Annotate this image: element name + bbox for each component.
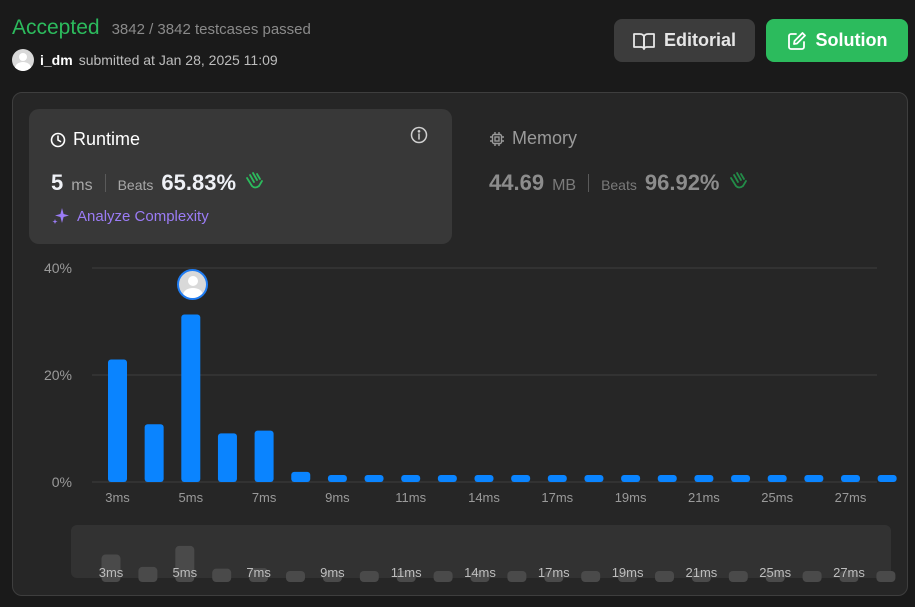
x-tick-label: 14ms bbox=[468, 490, 500, 505]
bar-27ms[interactable] bbox=[841, 475, 860, 482]
mini-x-tick-label: 17ms bbox=[538, 565, 570, 580]
mini-bar-8ms bbox=[286, 571, 305, 582]
bar-28ms[interactable] bbox=[877, 475, 897, 482]
mini-bar-20ms bbox=[655, 571, 674, 582]
bar-21ms[interactable] bbox=[694, 475, 714, 482]
mini-bar-26ms bbox=[802, 571, 822, 582]
x-tick-label: 27ms bbox=[835, 490, 867, 505]
bar-11ms[interactable] bbox=[401, 475, 421, 482]
mini-bar-28ms bbox=[876, 571, 896, 582]
bar-7ms[interactable] bbox=[254, 430, 274, 482]
mini-bar-12ms bbox=[433, 571, 453, 582]
y-tick-label: 40% bbox=[44, 260, 72, 276]
bar-26ms[interactable] bbox=[804, 475, 824, 482]
bar-14ms[interactable] bbox=[474, 475, 494, 482]
x-tick-label: 17ms bbox=[541, 490, 573, 505]
mini-bar-10ms bbox=[359, 571, 379, 582]
mini-x-tick-label: 11ms bbox=[391, 565, 422, 580]
mini-bar-22ms bbox=[728, 571, 748, 582]
x-tick-label: 25ms bbox=[761, 490, 793, 505]
y-tick-label: 0% bbox=[52, 474, 72, 490]
mini-x-tick-label: 25ms bbox=[759, 565, 791, 580]
x-tick-label: 11ms bbox=[395, 490, 426, 505]
mini-x-tick-label: 3ms bbox=[99, 565, 124, 580]
bar-12ms[interactable] bbox=[437, 475, 457, 482]
y-tick-label: 20% bbox=[44, 367, 72, 383]
bar-10ms[interactable] bbox=[364, 475, 384, 482]
mini-bar-18ms bbox=[581, 571, 601, 582]
bar-9ms[interactable] bbox=[327, 475, 347, 482]
bar-19ms[interactable] bbox=[621, 475, 641, 482]
bar-5ms[interactable] bbox=[181, 314, 201, 482]
mini-x-tick-label: 27ms bbox=[833, 565, 865, 580]
runtime-distribution-chart[interactable]: 0% 20% 40% 3ms 5ms 7ms 9ms 11ms 14ms 17ms 19ms 21m… bbox=[0, 0, 915, 607]
mini-bar-4ms bbox=[138, 566, 158, 582]
mini-x-tick-label: 9ms bbox=[320, 565, 345, 580]
mini-x-tick-label: 19ms bbox=[612, 565, 644, 580]
x-tick-label: 5ms bbox=[179, 490, 204, 505]
mini-bar-6ms bbox=[212, 568, 232, 582]
bar-4ms[interactable] bbox=[144, 424, 164, 482]
x-tick-label: 7ms bbox=[252, 490, 277, 505]
x-tick-label: 9ms bbox=[325, 490, 350, 505]
x-tick-label: 3ms bbox=[105, 490, 130, 505]
bar-17ms[interactable] bbox=[547, 475, 567, 482]
your-submission-marker[interactable] bbox=[177, 269, 208, 300]
bar-15ms[interactable] bbox=[511, 475, 531, 482]
bar-22ms[interactable] bbox=[731, 475, 751, 482]
bar-25ms[interactable] bbox=[767, 475, 787, 482]
mini-x-tick-label: 5ms bbox=[173, 565, 198, 580]
mini-x-tick-label: 14ms bbox=[464, 565, 496, 580]
bar-3ms[interactable] bbox=[108, 359, 127, 482]
bar-20ms[interactable] bbox=[657, 475, 677, 482]
bar-8ms[interactable] bbox=[291, 471, 311, 482]
bar-6ms[interactable] bbox=[217, 433, 237, 482]
mini-x-tick-label: 21ms bbox=[686, 565, 718, 580]
x-tick-label: 19ms bbox=[615, 490, 647, 505]
mini-x-tick-label: 7ms bbox=[246, 565, 271, 580]
x-tick-label: 21ms bbox=[688, 490, 720, 505]
bar-18ms[interactable] bbox=[584, 475, 604, 482]
mini-bar-15ms bbox=[507, 571, 527, 582]
